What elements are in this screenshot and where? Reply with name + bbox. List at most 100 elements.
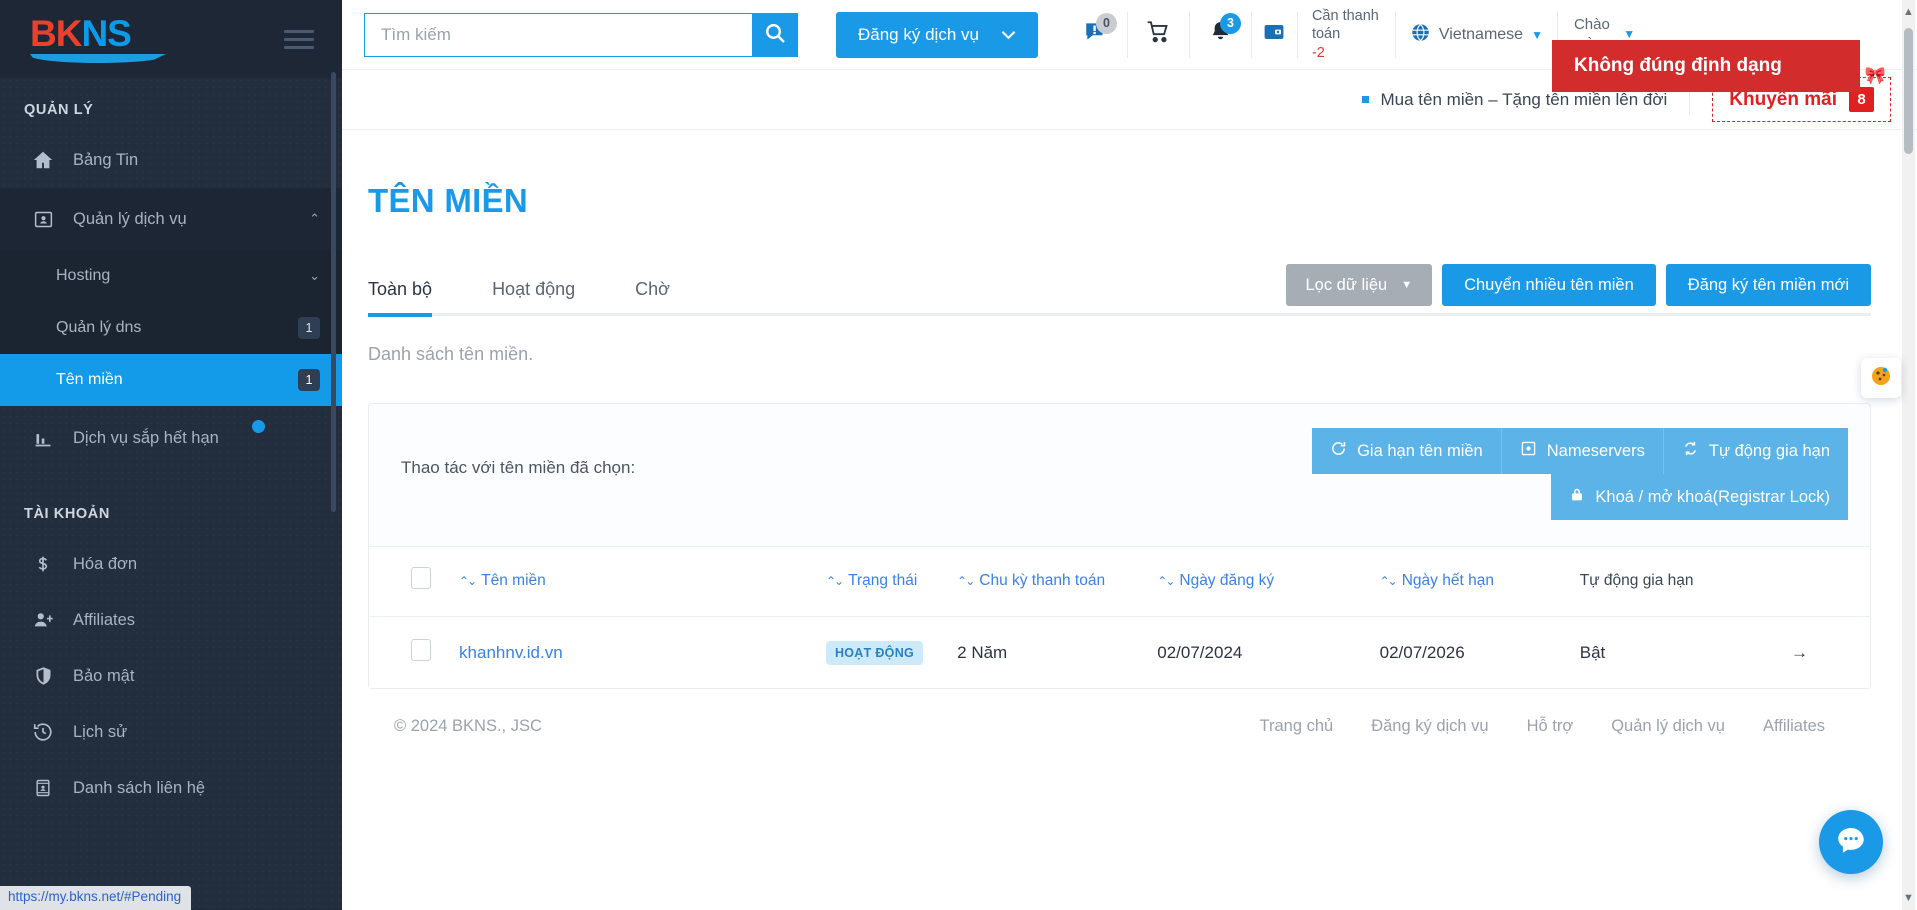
tab-hoat-dong[interactable]: Hoạt động: [492, 279, 603, 316]
announcements-button[interactable]: 0: [1066, 12, 1128, 58]
table-header-row: ⌃⌄Tên miền ⌃⌄Trạng thái ⌃⌄Chu kỳ thanh t…: [369, 547, 1870, 617]
renew-domain-button[interactable]: Gia hạn tên miền: [1312, 428, 1502, 474]
language-selector[interactable]: Vietnamese ▼: [1396, 12, 1558, 58]
tab-toan-bo[interactable]: Toàn bộ: [368, 279, 460, 316]
bulk-action-row-2: Khoá / mở khoá(Registrar Lock): [1551, 474, 1848, 520]
register-service-label: Đăng ký dịch vụ: [858, 25, 979, 45]
bulk-actions-row: Thao tác với tên miền đã chọn: Gia hạn t…: [369, 404, 1870, 546]
sidebar-subitem-label: Hosting: [56, 267, 299, 285]
footer-link-dang-ky-dich-vu[interactable]: Đăng ký dịch vụ: [1371, 717, 1488, 736]
error-toast: Không đúng định dạng: [1552, 40, 1860, 92]
sidebar-item-bao-mat[interactable]: Bảo mật: [0, 648, 342, 704]
select-all-checkbox[interactable]: [411, 567, 431, 589]
header-expire-date[interactable]: ⌃⌄Ngày hết hạn: [1370, 547, 1570, 617]
sidebar-item-lich-su[interactable]: Lịch sử: [0, 704, 342, 760]
row-detail-arrow-icon[interactable]: →: [1781, 617, 1870, 689]
sidebar-item-danh-sach-lien-he[interactable]: Danh sách liên hệ: [0, 760, 342, 816]
page-title: TÊN MIỀN: [368, 182, 1871, 220]
sidebar-item-affiliates[interactable]: Affiliates: [0, 592, 342, 648]
sidebar-item-bang-tin[interactable]: Bảng Tin: [0, 132, 342, 188]
domains-table: ⌃⌄Tên miền ⌃⌄Trạng thái ⌃⌄Chu kỳ thanh t…: [369, 546, 1870, 688]
renew-domain-label: Gia hạn tên miền: [1357, 442, 1483, 461]
sidebar-item-label: Bảng Tin: [73, 151, 320, 170]
nameservers-label: Nameservers: [1547, 442, 1645, 461]
sidebar-badge-count: 1: [298, 317, 320, 339]
row-domain-cell: khanhnv.id.vn: [449, 617, 816, 689]
sort-icon: ⌃⌄: [459, 574, 475, 588]
scrollbar-thumb[interactable]: [1904, 28, 1913, 154]
register-new-domain-button[interactable]: Đăng ký tên miền mới: [1666, 264, 1871, 306]
register-service-button[interactable]: Đăng ký dịch vụ: [836, 12, 1038, 58]
header-status[interactable]: ⌃⌄Trạng thái: [816, 547, 947, 617]
notifications-button[interactable]: 3: [1190, 12, 1252, 58]
notification-badge: 3: [1220, 13, 1241, 34]
sidebar-item-hosting[interactable]: Hosting ⌄: [0, 250, 342, 302]
search-button[interactable]: [752, 13, 798, 57]
id-card-icon: [30, 209, 56, 230]
wallet-button[interactable]: [1252, 12, 1298, 58]
row-checkbox[interactable]: [411, 639, 431, 661]
sidebar-item-quan-ly-dns[interactable]: Quản lý dns 1: [0, 302, 342, 354]
row-expire-date-cell: 02/07/2026: [1370, 617, 1570, 689]
sidebar-item-label: Bảo mật: [73, 667, 320, 686]
promo-message-text: Mua tên miền – Tặng tên miền lên đời: [1381, 90, 1668, 110]
page-scrollbar[interactable]: ▲ ▼: [1902, 0, 1915, 910]
error-toast-message: Không đúng định dạng: [1574, 55, 1782, 77]
sidebar-item-dich-vu-sap-het-han[interactable]: Dịch vụ sắp hết hạn: [0, 410, 342, 466]
auto-renew-button[interactable]: Tự động gia hạn: [1664, 428, 1848, 474]
header-billing-cycle[interactable]: ⌃⌄Chu kỳ thanh toán: [947, 547, 1147, 617]
domain-link[interactable]: khanhnv.id.vn: [459, 643, 563, 662]
transfer-many-domains-button[interactable]: Chuyển nhiều tên miền: [1442, 264, 1656, 306]
sidebar-item-ten-mien[interactable]: Tên miền 1: [0, 354, 342, 406]
sort-icon: ⌃⌄: [1157, 574, 1173, 588]
nameservers-button[interactable]: Nameservers: [1502, 428, 1664, 474]
promo-message: Mua tên miền – Tặng tên miền lên đời: [1362, 90, 1668, 110]
sidebar: BKNS QUẢN LÝ Bảng Tin Quản lý dịch vụ ⌃ …: [0, 0, 342, 910]
history-icon: [30, 721, 56, 743]
sort-icon: ⌃⌄: [826, 574, 842, 588]
sidebar-brand-row: BKNS: [0, 0, 342, 78]
bkns-logo[interactable]: BKNS: [30, 15, 166, 63]
cart-button[interactable]: [1128, 12, 1190, 58]
payment-due-label-2: toán: [1312, 25, 1379, 43]
row-register-date-cell: 02/07/2024: [1147, 617, 1369, 689]
footer-link-ho-tro[interactable]: Hỗ trợ: [1527, 717, 1574, 736]
auto-renew-label: Tự động gia hạn: [1709, 442, 1830, 461]
status-bar-url: https://my.bkns.net/#Pending: [0, 886, 191, 910]
bulk-action-buttons: Gia hạn tên miền Nameservers: [1312, 428, 1848, 520]
chevron-up-icon: ⌃: [309, 211, 320, 227]
sidebar-item-quan-ly-dich-vu[interactable]: Quản lý dịch vụ ⌃: [0, 188, 342, 250]
footer-link-trang-chu[interactable]: Trang chủ: [1260, 717, 1334, 736]
server-icon: [1520, 440, 1537, 462]
chevron-down-icon: ▼: [1531, 28, 1543, 42]
footer-links: Trang chủ Đăng ký dịch vụ Hỗ trợ Quản lý…: [1260, 717, 1825, 736]
cookie-settings-button[interactable]: [1861, 358, 1901, 398]
hamburger-menu-icon[interactable]: [284, 25, 314, 54]
sidebar-scrollbar[interactable]: [331, 72, 336, 512]
logo-swoosh: [30, 54, 166, 63]
payment-due-info[interactable]: Cần thanh toán -2: [1298, 12, 1396, 58]
contact-card-icon: [30, 777, 56, 799]
sidebar-item-hoa-don[interactable]: Hóa đơn: [0, 536, 342, 592]
footer-link-affiliates[interactable]: Affiliates: [1763, 717, 1825, 736]
filter-label: Lọc dữ liệu: [1306, 276, 1388, 295]
page-footer: © 2024 BKNS., JSC Trang chủ Đăng ký dịch…: [368, 689, 1871, 736]
header-auto-renew-label: Tự động gia hạn: [1580, 572, 1694, 589]
search-input[interactable]: [364, 13, 752, 57]
header-register-date[interactable]: ⌃⌄Ngày đăng ký: [1147, 547, 1369, 617]
scroll-up-arrow-icon[interactable]: ▲: [1902, 4, 1915, 20]
chevron-down-icon: [1001, 25, 1016, 45]
header-domain[interactable]: ⌃⌄Tên miền: [449, 547, 816, 617]
scroll-down-arrow-icon[interactable]: ▼: [1902, 890, 1915, 906]
sidebar-badge-count: 1: [298, 369, 320, 391]
footer-link-quan-ly-dich-vu[interactable]: Quản lý dịch vụ: [1611, 717, 1725, 736]
chat-support-button[interactable]: [1819, 810, 1883, 874]
header-auto-renew: Tự động gia hạn: [1570, 547, 1781, 617]
registrar-lock-button[interactable]: Khoá / mở khoá(Registrar Lock): [1551, 474, 1848, 520]
tab-cho[interactable]: Chờ: [635, 279, 698, 316]
table-row: khanhnv.id.vn HOẠT ĐỘNG 2 Năm 02/07/2024…: [369, 617, 1870, 689]
row-select-cell: [369, 617, 449, 689]
sidebar-subitem-label: Quản lý dns: [56, 319, 298, 337]
sidebar-section-title-account: TÀI KHOẢN: [0, 466, 342, 536]
filter-data-button[interactable]: Lọc dữ liệu ▼: [1286, 264, 1433, 306]
